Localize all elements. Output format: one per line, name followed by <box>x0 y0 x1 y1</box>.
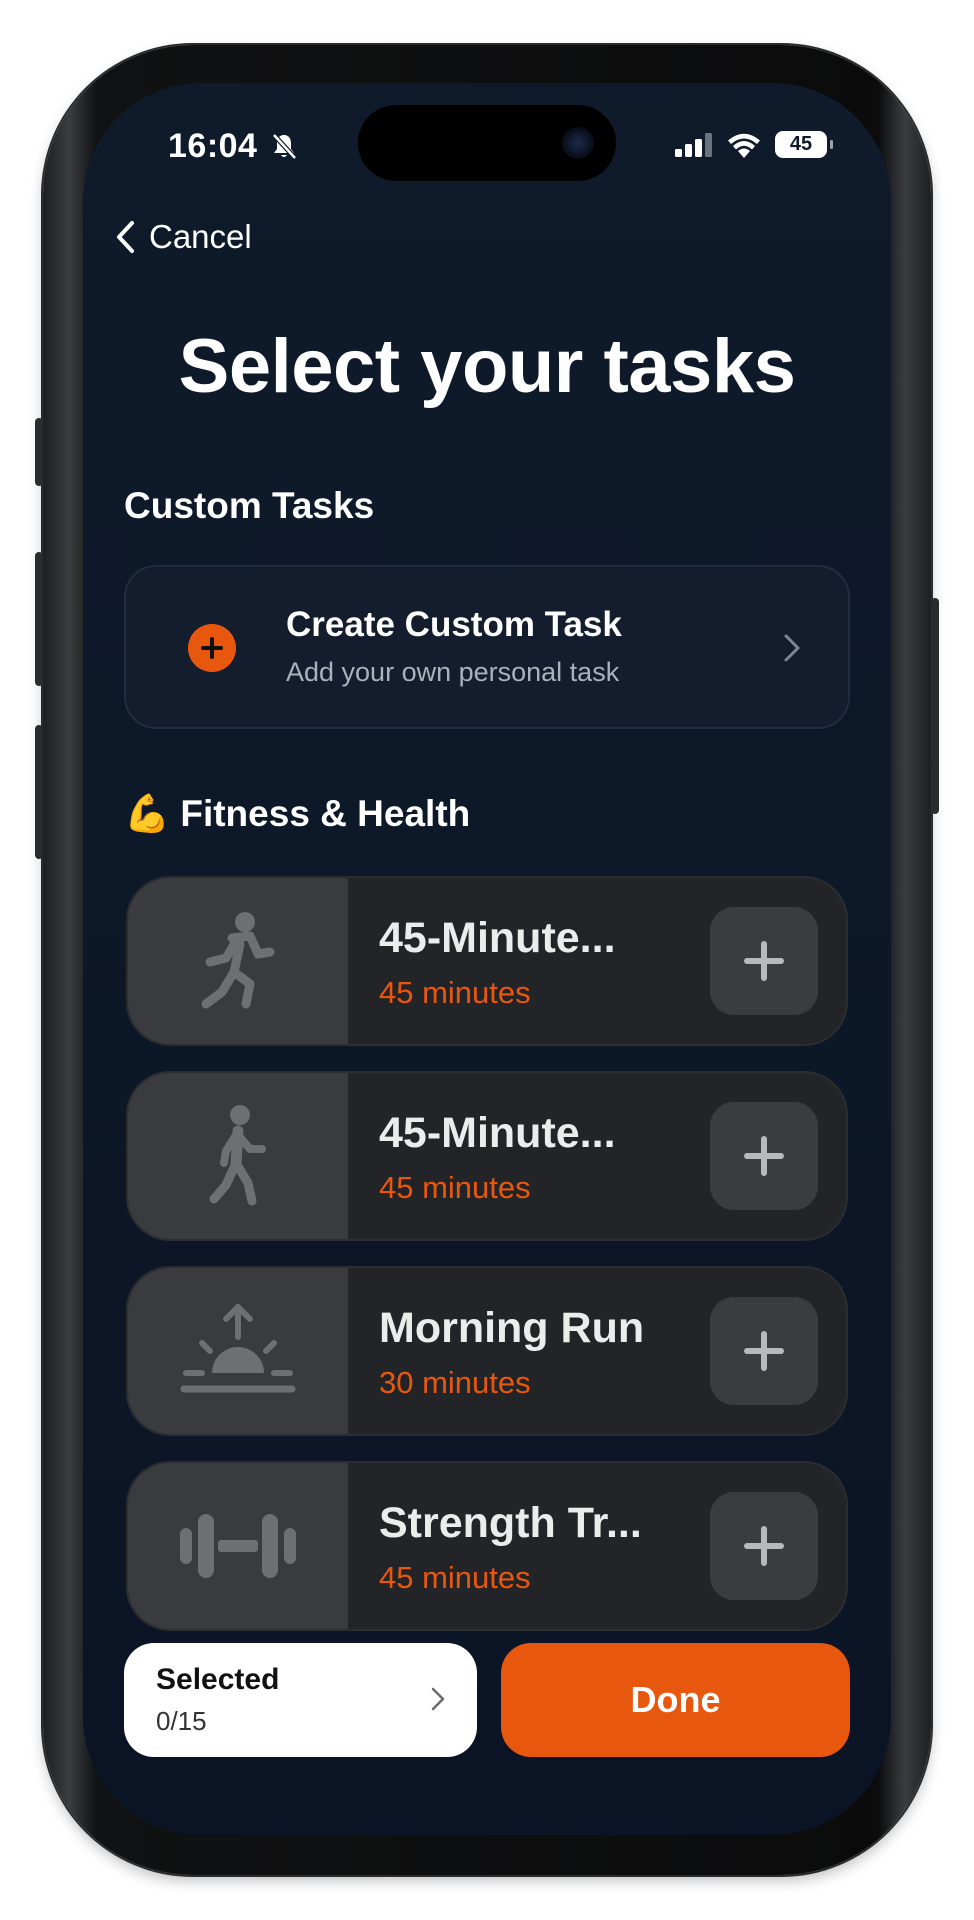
add-task-button[interactable] <box>710 907 818 1015</box>
sunrise-icon <box>180 1304 296 1393</box>
selected-label: Selected <box>156 1663 280 1696</box>
add-task-button[interactable] <box>710 1492 818 1600</box>
cancel-button[interactable]: Cancel <box>115 218 252 256</box>
front-camera <box>562 127 594 159</box>
task-card[interactable]: 45-Minute... 45 minutes <box>126 1071 848 1241</box>
page-title: Select your tasks <box>178 324 796 409</box>
volume-down-button <box>35 725 43 859</box>
dynamic-island <box>358 105 616 181</box>
task-title: 45-Minute... <box>379 914 616 962</box>
task-duration: 45 minutes <box>379 975 531 1010</box>
action-button <box>35 418 43 486</box>
task-title: Strength Tr... <box>379 1499 642 1547</box>
running-figure-icon <box>201 912 275 1009</box>
dumbbell-icon <box>180 1514 296 1578</box>
cancel-label: Cancel <box>149 218 252 255</box>
custom-tasks-heading: Custom Tasks <box>124 485 375 526</box>
task-card[interactable]: Morning Run 30 minutes <box>126 1266 848 1436</box>
chevron-right-icon <box>784 634 800 662</box>
selected-tasks-button[interactable]: Selected 0/15 <box>124 1643 477 1757</box>
app-screen: 16:04 45 Cancel Select your tasks Custom… <box>83 83 891 1835</box>
task-title: 45-Minute... <box>379 1109 616 1157</box>
add-task-button[interactable] <box>710 1297 818 1405</box>
status-icons: 45 <box>675 131 833 158</box>
task-icon-box <box>128 1073 348 1239</box>
selected-count: 0/15 <box>156 1706 207 1736</box>
task-card[interactable]: Strength Tr... 45 minutes <box>126 1461 848 1631</box>
task-icon-box <box>128 1463 348 1629</box>
fitness-health-title: Fitness & Health <box>180 793 471 834</box>
power-button <box>931 598 939 814</box>
add-task-button[interactable] <box>710 1102 818 1210</box>
task-duration: 45 minutes <box>379 1560 531 1595</box>
task-duration: 45 minutes <box>379 1170 531 1205</box>
bottom-action-bar: Selected 0/15 Done <box>124 1643 850 1757</box>
task-card[interactable]: 45-Minute... 45 minutes <box>126 876 848 1046</box>
chevron-left-icon <box>117 221 134 253</box>
task-icon-box <box>128 1268 348 1434</box>
battery-icon: 45 <box>775 131 833 158</box>
status-time: 16:04 <box>168 127 258 165</box>
create-custom-task-title: Create Custom Task <box>286 605 622 644</box>
fitness-health-heading: 💪 Fitness & Health <box>124 793 470 836</box>
volume-up-button <box>35 552 43 686</box>
create-custom-task-card[interactable]: Create Custom Task Add your own personal… <box>124 565 850 729</box>
plus-circle-icon <box>188 624 236 672</box>
task-duration: 30 minutes <box>379 1365 531 1400</box>
flexed-biceps-icon: 💪 <box>124 793 171 834</box>
wifi-icon <box>728 133 760 158</box>
bell-slash-icon <box>272 133 297 160</box>
chevron-right-icon <box>431 1687 445 1711</box>
task-icon-box <box>128 878 348 1044</box>
create-custom-task-subtitle: Add your own personal task <box>286 657 620 687</box>
done-button[interactable]: Done <box>501 1643 850 1757</box>
cellular-signal-icon <box>675 132 712 157</box>
task-title: Morning Run <box>379 1304 645 1352</box>
walking-figure-icon <box>209 1105 266 1206</box>
